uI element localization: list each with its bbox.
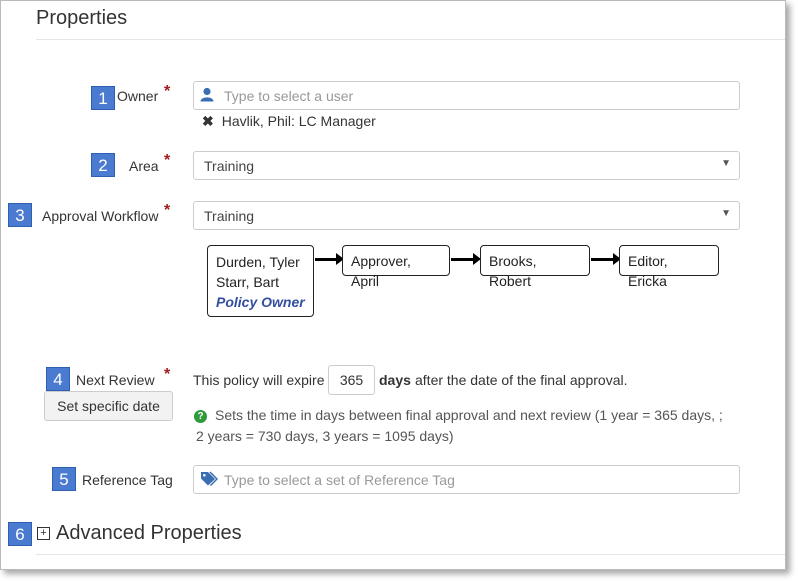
next-review-required-mark: * xyxy=(164,366,171,383)
workflow-step-1-approver: Starr, Bart xyxy=(216,274,280,290)
section-title: Properties xyxy=(36,7,128,29)
expire-suffix-text: after the date of the final approval. xyxy=(415,372,628,388)
advanced-properties-toggle[interactable]: + Advanced Properties xyxy=(37,522,242,545)
owner-placeholder: Type to select a user xyxy=(224,88,354,104)
step-badge-6: 6 xyxy=(8,522,32,546)
workflow-step-1-policy-owner: Policy Owner xyxy=(216,294,305,310)
review-days-input[interactable]: 365 xyxy=(328,365,375,395)
advanced-properties-label: Advanced Properties xyxy=(56,522,242,544)
workflow-arrow-icon xyxy=(591,253,621,265)
workflow-step-1-approver: Durden, Tyler xyxy=(216,254,300,270)
days-word: days xyxy=(379,372,411,388)
owner-selected-chip: ✖ Havlik, Phil: LC Manager xyxy=(202,113,376,130)
user-icon xyxy=(200,87,214,105)
approval-workflow-selected-value: Training xyxy=(204,208,255,224)
area-required-mark: * xyxy=(164,152,171,169)
step-badge-2: 2 xyxy=(91,153,115,177)
bottom-divider xyxy=(36,554,785,555)
area-select[interactable]: Training ▼ xyxy=(193,151,740,180)
workflow-step-3: Brooks, Robert xyxy=(480,245,590,289)
next-review-help-line-1: ? Sets the time in days between final app… xyxy=(194,407,723,423)
next-review-label: Next Review xyxy=(76,372,155,388)
step-badge-5: 5 xyxy=(52,467,76,491)
owner-input[interactable]: Type to select a user xyxy=(193,81,740,110)
workflow-arrow-icon xyxy=(315,253,344,265)
expire-prefix-text: This policy will expire xyxy=(193,372,325,388)
workflow-step-2: Approver, April xyxy=(342,245,450,289)
expand-plus-icon[interactable]: + xyxy=(37,527,50,540)
step-badge-4: 4 xyxy=(46,367,70,391)
properties-panel: Properties 1 Owner * Type to select a us… xyxy=(0,0,786,570)
question-circle-icon: ? xyxy=(194,410,207,423)
area-label: Area xyxy=(129,158,159,174)
workflow-step-3-approver: Brooks, Robert xyxy=(489,253,537,289)
step-badge-3: 3 xyxy=(8,203,32,227)
set-specific-date-button[interactable]: Set specific date xyxy=(44,391,173,421)
next-review-help-text-2: 2 years = 730 days, 3 years = 1095 days) xyxy=(196,428,454,444)
workflow-step-2-approver: Approver, April xyxy=(351,253,411,289)
workflow-step-4-approver: Editor, Ericka xyxy=(628,253,668,289)
next-review-help-text-1: Sets the time in days between final appr… xyxy=(215,407,723,423)
workflow-step-4: Editor, Ericka xyxy=(619,245,719,289)
chevron-down-icon: ▼ xyxy=(721,158,731,169)
chevron-down-icon: ▼ xyxy=(721,208,731,219)
approval-workflow-select[interactable]: Training ▼ xyxy=(193,201,740,230)
reference-tag-placeholder: Type to select a set of Reference Tag xyxy=(224,472,455,488)
owner-selected-value: Havlik, Phil: LC Manager xyxy=(221,113,376,129)
reference-tag-input[interactable]: Type to select a set of Reference Tag xyxy=(193,465,740,494)
reference-tag-label: Reference Tag xyxy=(82,472,173,488)
workflow-step-1: Durden, Tyler Starr, Bart Policy Owner xyxy=(207,245,314,317)
approval-workflow-required-mark: * xyxy=(164,202,171,219)
step-badge-1: 1 xyxy=(91,86,115,110)
workflow-arrow-icon xyxy=(451,253,481,265)
owner-label: Owner xyxy=(117,88,159,104)
remove-icon[interactable]: ✖ xyxy=(202,113,214,129)
approval-workflow-label: Approval Workflow xyxy=(42,208,159,224)
area-selected-value: Training xyxy=(204,158,255,174)
owner-required-mark: * xyxy=(164,83,171,100)
header-divider xyxy=(36,39,785,40)
tag-icon xyxy=(200,471,219,489)
